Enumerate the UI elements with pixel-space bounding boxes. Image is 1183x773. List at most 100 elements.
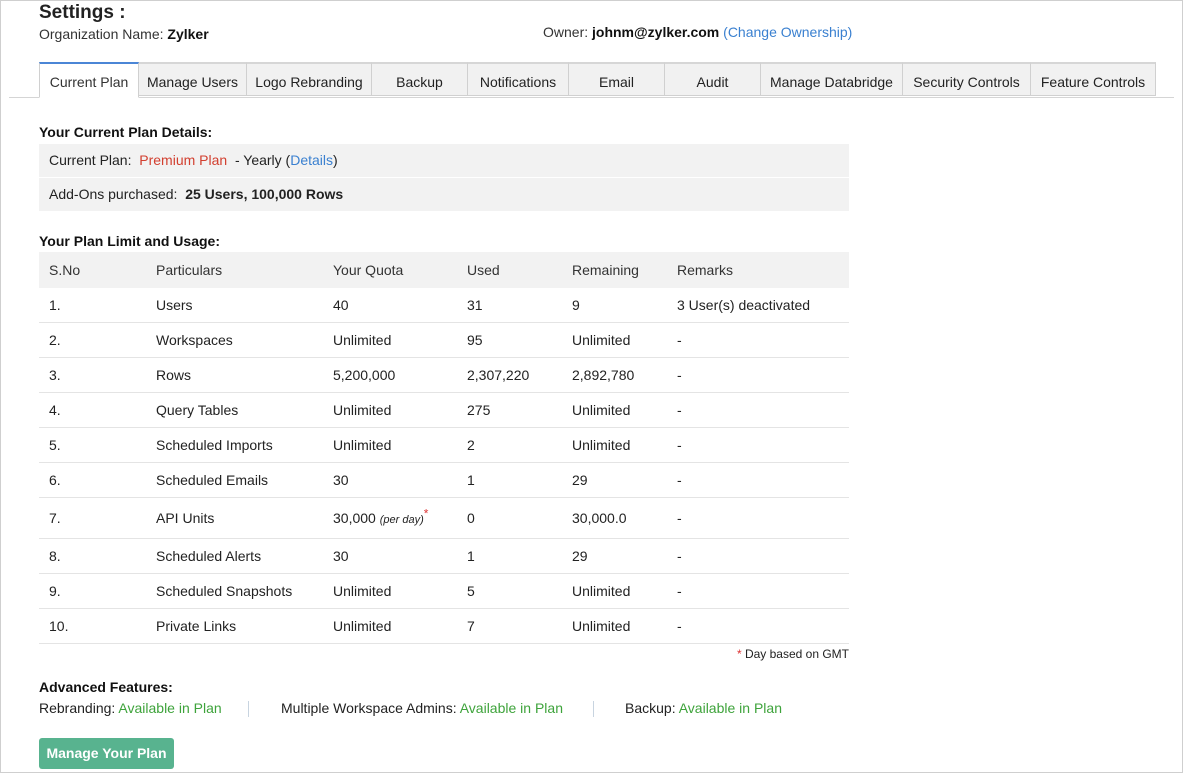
billing-prefix: - Yearly ( bbox=[234, 152, 291, 168]
usage-heading: Your Plan Limit and Usage: bbox=[39, 233, 220, 249]
row-remarks: - bbox=[667, 538, 849, 574]
row-quota: 30 bbox=[323, 538, 457, 574]
row-sno: 9. bbox=[39, 573, 146, 609]
row-remarks: 3 User(s) deactivated bbox=[667, 288, 849, 323]
feature-multiple-workspace-admins: Multiple Workspace Admins: Available in … bbox=[281, 700, 563, 716]
row-used: 2 bbox=[457, 427, 562, 463]
addons-row: Add-Ons purchased: 25 Users, 100,000 Row… bbox=[39, 178, 849, 212]
manage-plan-button[interactable]: Manage Your Plan bbox=[39, 738, 174, 769]
asterisk-mark: * bbox=[423, 506, 429, 521]
col-remaining: Remaining bbox=[562, 252, 667, 288]
row-remarks: - bbox=[667, 497, 849, 539]
change-ownership-link[interactable]: (Change Ownership) bbox=[723, 24, 852, 40]
row-particular: Scheduled Alerts bbox=[146, 538, 323, 574]
row-sno: 6. bbox=[39, 462, 146, 498]
table-row: 4. Query Tables Unlimited 275 Unlimited … bbox=[39, 392, 849, 428]
usage-table: S.No Particulars Your Quota Used Remaini… bbox=[39, 252, 849, 644]
row-used: 95 bbox=[457, 322, 562, 358]
owner-email: johnm@zylker.com bbox=[592, 24, 720, 40]
feature-status: Available in Plan bbox=[459, 700, 563, 716]
tab-logo-rebranding[interactable]: Logo Rebranding bbox=[247, 62, 372, 96]
quota-value: 30,000 bbox=[333, 510, 376, 526]
row-remaining: Unlimited bbox=[562, 392, 667, 428]
feature-backup: Backup: Available in Plan bbox=[625, 700, 782, 716]
row-remaining: Unlimited bbox=[562, 608, 667, 644]
owner-info: Owner: johnm@zylker.com (Change Ownershi… bbox=[543, 24, 852, 40]
row-remaining: 30,000.0 bbox=[562, 497, 667, 539]
plan-details-box: Current Plan: Premium Plan - Yearly (Det… bbox=[39, 144, 849, 212]
current-plan-row: Current Plan: Premium Plan - Yearly (Det… bbox=[39, 144, 849, 178]
row-particular: Query Tables bbox=[146, 392, 323, 428]
row-quota: 30,000 (per day)* bbox=[323, 497, 457, 539]
usage-header-row: S.No Particulars Your Quota Used Remaini… bbox=[39, 252, 849, 288]
row-remarks: - bbox=[667, 608, 849, 644]
row-sno: 2. bbox=[39, 322, 146, 358]
tab-manage-users[interactable]: Manage Users bbox=[139, 62, 247, 96]
page-title: Settings : bbox=[39, 2, 126, 23]
table-row: 3. Rows 5,200,000 2,307,220 2,892,780 - bbox=[39, 357, 849, 393]
table-row: 6. Scheduled Emails 30 1 29 - bbox=[39, 462, 849, 498]
row-quota: Unlimited bbox=[323, 392, 457, 428]
row-quota: Unlimited bbox=[323, 573, 457, 609]
row-sno: 5. bbox=[39, 427, 146, 463]
row-quota: Unlimited bbox=[323, 427, 457, 463]
tab-email[interactable]: Email bbox=[569, 62, 665, 96]
table-row: 10. Private Links Unlimited 7 Unlimited … bbox=[39, 608, 849, 644]
row-quota: Unlimited bbox=[323, 608, 457, 644]
col-quota: Your Quota bbox=[323, 252, 457, 288]
row-sno: 1. bbox=[39, 288, 146, 323]
org-label: Organization Name: bbox=[39, 26, 164, 42]
row-quota: 5,200,000 bbox=[323, 357, 457, 393]
row-particular: Private Links bbox=[146, 608, 323, 644]
col-sno: S.No bbox=[39, 252, 146, 288]
feature-label: Multiple Workspace Admins: bbox=[281, 700, 457, 716]
footnote-asterisk: * bbox=[736, 647, 742, 661]
row-quota: 40 bbox=[323, 288, 457, 323]
row-quota: Unlimited bbox=[323, 322, 457, 358]
table-row: 2. Workspaces Unlimited 95 Unlimited - bbox=[39, 322, 849, 358]
row-particular: Scheduled Snapshots bbox=[146, 573, 323, 609]
tab-feature-controls[interactable]: Feature Controls bbox=[1031, 62, 1156, 96]
advanced-features-heading: Advanced Features: bbox=[39, 679, 173, 695]
row-remarks: - bbox=[667, 427, 849, 463]
feature-status: Available in Plan bbox=[678, 700, 782, 716]
row-remarks: - bbox=[667, 322, 849, 358]
row-remaining: 29 bbox=[562, 538, 667, 574]
tab-backup[interactable]: Backup bbox=[372, 62, 468, 96]
table-row: 8. Scheduled Alerts 30 1 29 - bbox=[39, 538, 849, 574]
row-remaining: Unlimited bbox=[562, 322, 667, 358]
addons-label: Add-Ons purchased: bbox=[49, 186, 178, 202]
plan-details-heading: Your Current Plan Details: bbox=[39, 124, 213, 140]
feature-separator bbox=[593, 701, 594, 717]
row-used: 7 bbox=[457, 608, 562, 644]
tab-current-plan[interactable]: Current Plan bbox=[39, 62, 139, 98]
row-remarks: - bbox=[667, 392, 849, 428]
row-particular: API Units bbox=[146, 497, 323, 539]
row-remaining: Unlimited bbox=[562, 427, 667, 463]
row-used: 0 bbox=[457, 497, 562, 539]
row-used: 275 bbox=[457, 392, 562, 428]
gmt-footnote: * Day based on GMT bbox=[701, 647, 849, 661]
current-plan-label: Current Plan: bbox=[49, 152, 132, 168]
row-used: 2,307,220 bbox=[457, 357, 562, 393]
row-particular: Scheduled Emails bbox=[146, 462, 323, 498]
feature-separator bbox=[248, 701, 249, 717]
row-remaining: 29 bbox=[562, 462, 667, 498]
tab-security-controls[interactable]: Security Controls bbox=[903, 62, 1031, 96]
org-name: Zylker bbox=[167, 26, 209, 42]
table-row: 1. Users 40 31 9 3 User(s) deactivated bbox=[39, 288, 849, 323]
row-used: 1 bbox=[457, 538, 562, 574]
tab-audit[interactable]: Audit bbox=[665, 62, 761, 96]
plan-details-link[interactable]: Details bbox=[290, 152, 333, 168]
feature-label: Backup: bbox=[625, 700, 676, 716]
tab-notifications[interactable]: Notifications bbox=[468, 62, 569, 96]
row-particular: Scheduled Imports bbox=[146, 427, 323, 463]
billing-suffix: ) bbox=[333, 152, 338, 168]
plan-name: Premium Plan bbox=[139, 152, 228, 168]
tab-manage-databridge[interactable]: Manage Databridge bbox=[761, 62, 903, 96]
row-remaining: 9 bbox=[562, 288, 667, 323]
organization-info: Organization Name: Zylker bbox=[39, 26, 209, 42]
feature-rebranding: Rebranding: Available in Plan bbox=[39, 700, 222, 716]
addons-value: 25 Users, 100,000 Rows bbox=[185, 186, 344, 202]
table-row: 7. API Units 30,000 (per day)* 0 30,000.… bbox=[39, 497, 849, 539]
